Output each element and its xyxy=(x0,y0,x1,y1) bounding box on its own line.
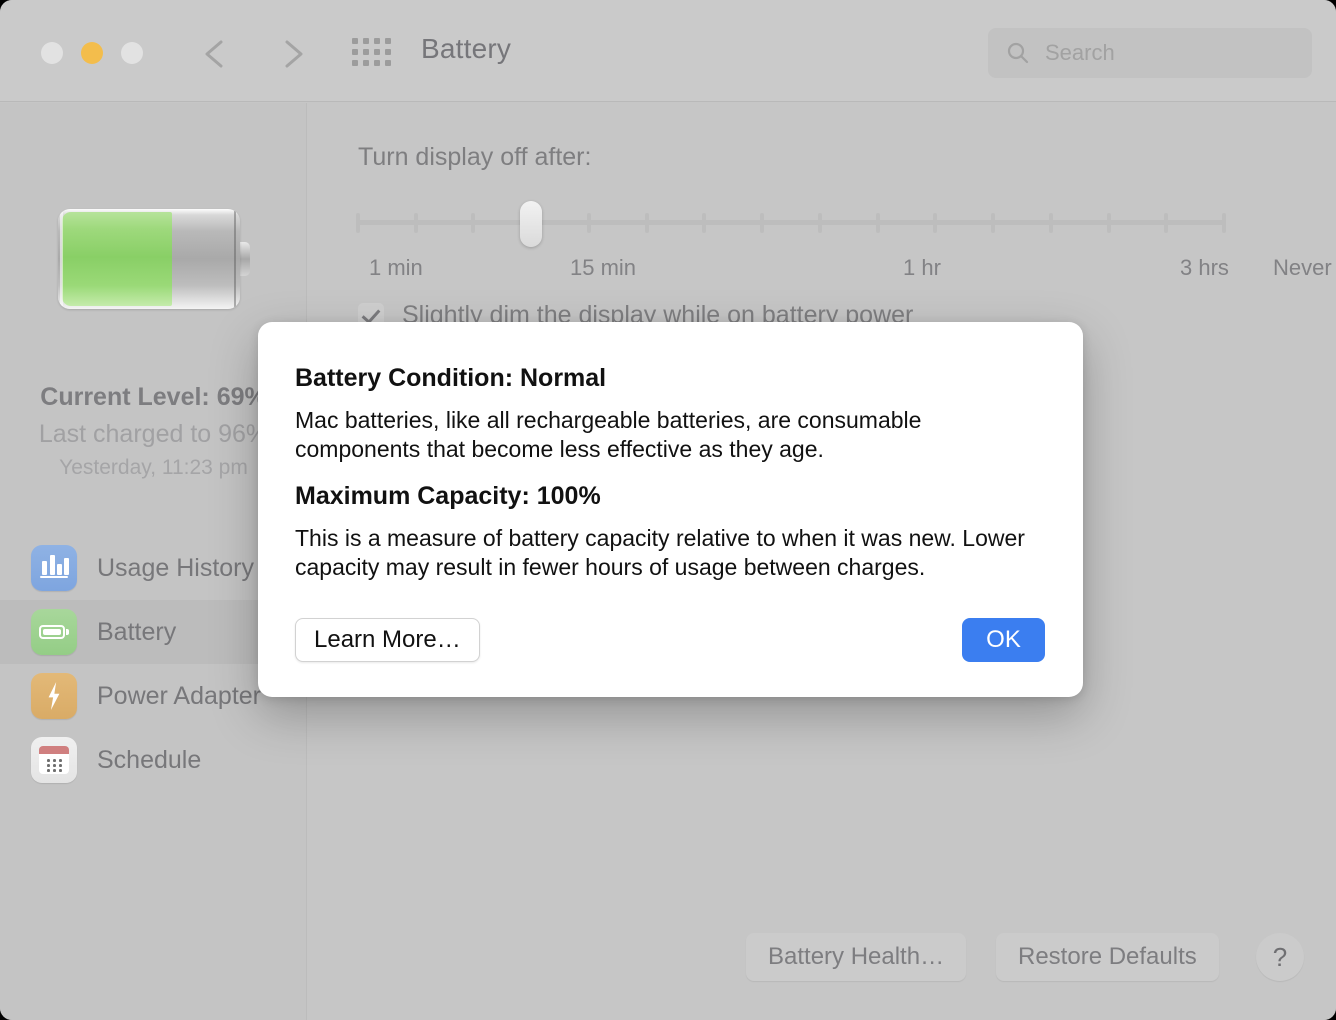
schedule-icon xyxy=(31,737,77,783)
learn-more-button[interactable]: Learn More… xyxy=(295,618,480,662)
sidebar-item-label: Battery xyxy=(97,617,177,646)
bottom-button-bar: Battery Health… Restore Defaults ? xyxy=(308,933,1336,995)
slider-tick xyxy=(1164,213,1169,233)
sidebar-item-schedule[interactable]: Schedule xyxy=(0,728,307,792)
slider-tick-label: 15 min xyxy=(570,255,637,280)
battery-graphic xyxy=(58,209,250,309)
slider-tick-label: 1 min xyxy=(369,255,423,280)
minimize-button[interactable] xyxy=(81,42,103,64)
slider-tick xyxy=(875,213,880,233)
battery-health-button[interactable]: Battery Health… xyxy=(746,933,967,981)
show-all-grid-icon[interactable] xyxy=(352,38,392,70)
display-sleep-slider[interactable] xyxy=(356,201,1226,247)
search-icon xyxy=(1006,41,1030,65)
slider-tick xyxy=(817,213,822,233)
sidebar-item-label: Power Adapter xyxy=(97,681,261,710)
usage-history-icon xyxy=(31,545,77,591)
slider-tick xyxy=(356,213,360,233)
slider-tick xyxy=(702,213,707,233)
slider-track xyxy=(358,220,1224,225)
sidebar-item-label: Usage History xyxy=(97,553,254,582)
battery-graphic-fill xyxy=(62,212,172,306)
system-preferences-window: Battery Search Current Level: 69% Last c… xyxy=(0,0,1336,1020)
slider-tick xyxy=(1106,213,1111,233)
window-titlebar: Battery Search xyxy=(0,0,1336,102)
slider-tick xyxy=(586,213,591,233)
slider-tick-label: Never xyxy=(1273,255,1332,280)
power-adapter-icon xyxy=(31,673,77,719)
dialog-heading-condition: Battery Condition: Normal xyxy=(295,364,607,392)
restore-defaults-button[interactable]: Restore Defaults xyxy=(996,933,1219,981)
dialog-body-condition: Mac batteries, like all rechargeable bat… xyxy=(295,407,922,462)
battery-graphic-edge xyxy=(234,211,236,307)
ok-button[interactable]: OK xyxy=(962,618,1045,662)
slider-tick xyxy=(760,213,765,233)
help-button[interactable]: ? xyxy=(1256,933,1304,981)
dialog-heading-capacity: Maximum Capacity: 100% xyxy=(295,482,601,510)
slider-tick xyxy=(471,213,476,233)
sidebar-item-label: Schedule xyxy=(97,745,202,774)
dialog-body-capacity: This is a measure of battery capacity re… xyxy=(295,525,1025,580)
slider-tick xyxy=(413,213,418,233)
battery-graphic-body xyxy=(58,209,240,309)
slider-tick-label: 1 hr xyxy=(903,255,941,280)
slider-tick xyxy=(933,213,938,233)
page-title: Battery xyxy=(421,33,512,64)
display-off-label: Turn display off after: xyxy=(358,143,592,171)
search-field[interactable]: Search xyxy=(988,28,1312,78)
slider-tick xyxy=(991,213,996,233)
battery-graphic-highlight xyxy=(60,211,63,307)
slider-tick xyxy=(1222,213,1226,233)
back-button[interactable] xyxy=(196,32,236,76)
slider-tick xyxy=(1048,213,1053,233)
zoom-button[interactable] xyxy=(121,42,143,64)
forward-button[interactable] xyxy=(272,32,312,76)
search-input[interactable]: Search xyxy=(1045,40,1115,66)
battery-icon xyxy=(31,609,77,655)
slider-thumb[interactable] xyxy=(520,201,543,247)
slider-tick-label: 3 hrs xyxy=(1180,255,1229,280)
slider-tick xyxy=(644,213,649,233)
battery-condition-dialog: Battery Condition: Normal Mac batteries,… xyxy=(258,322,1083,697)
close-button[interactable] xyxy=(41,42,63,64)
